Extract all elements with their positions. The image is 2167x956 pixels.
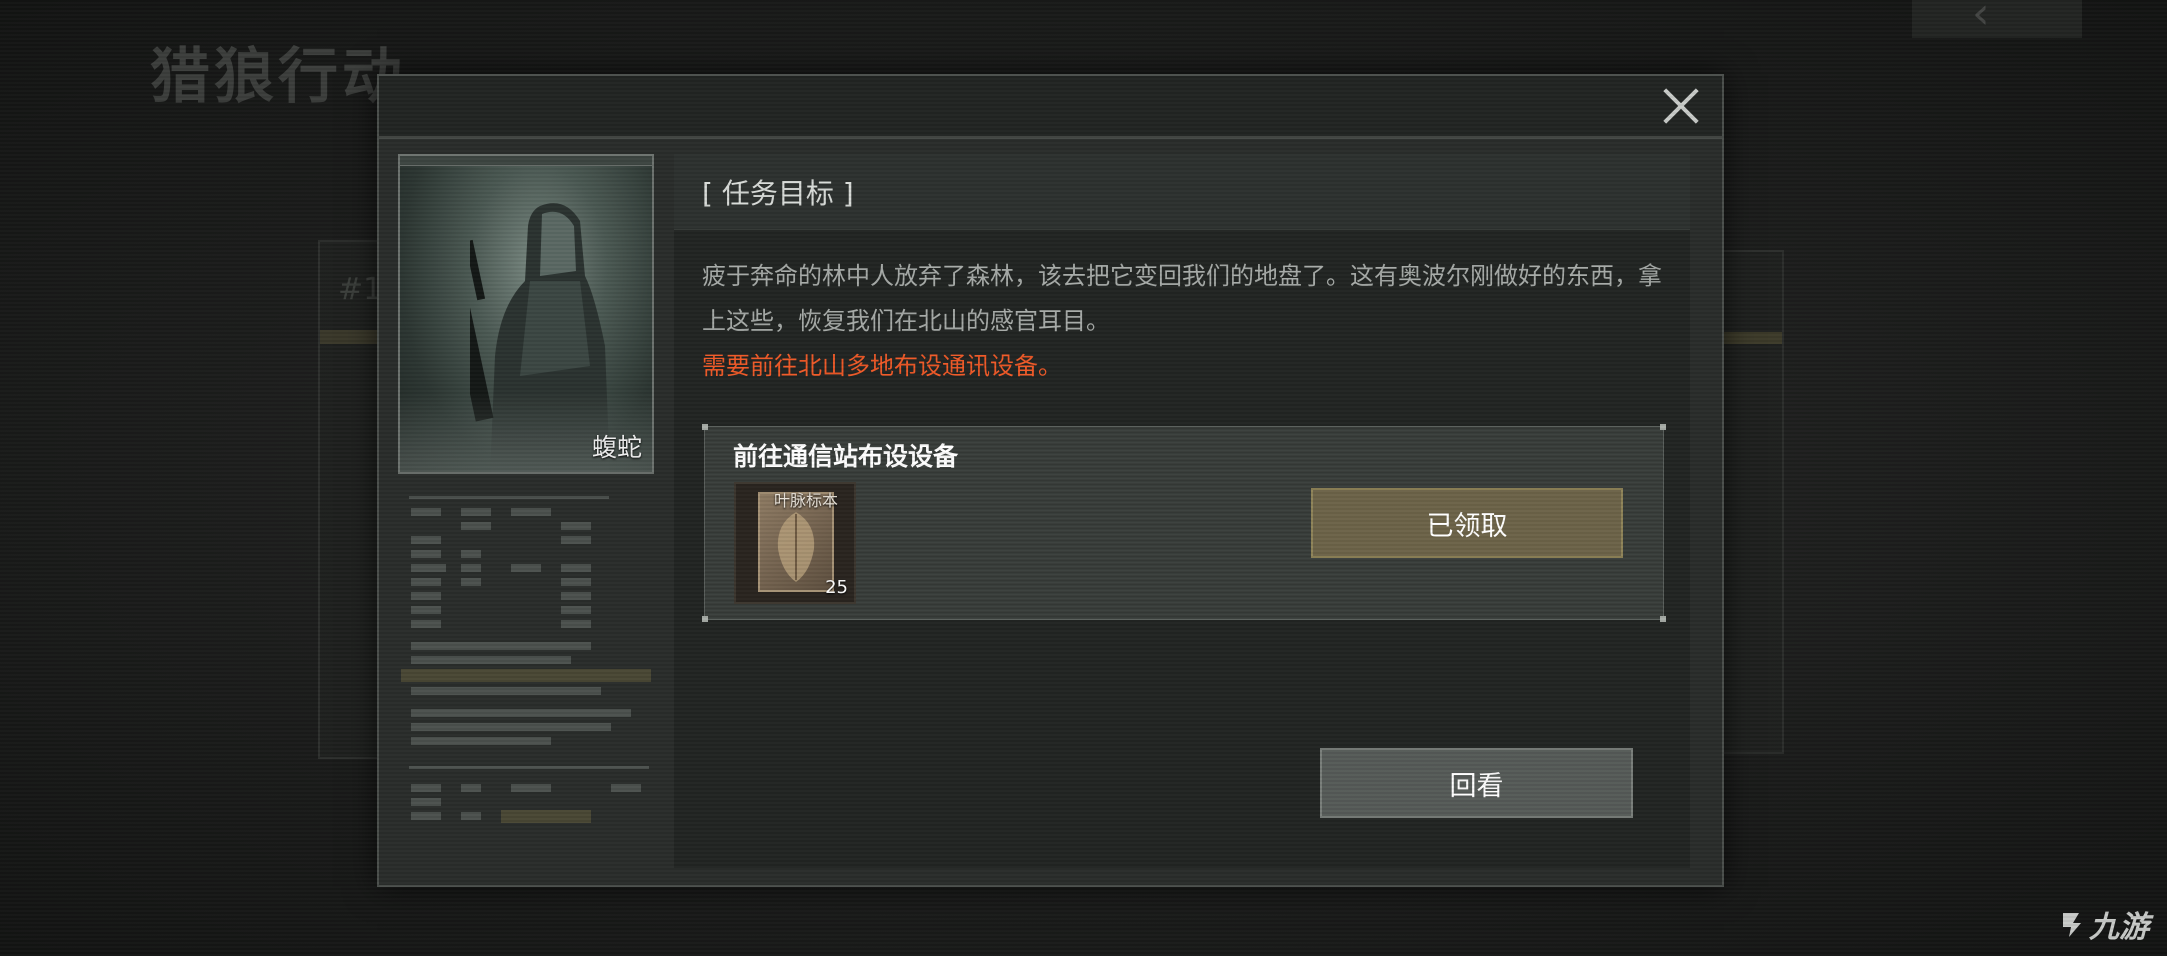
background-title: 猎狼行动 [150,42,406,112]
reward-item-count: 25 [825,577,848,598]
mission-description: 疲于奔命的林中人放弃了森林，该去把它变回我们的地盘了。这有奥波尔刚做好的东西，拿… [702,262,1662,335]
mission-content-panel: [ 任务目标 ] 疲于奔命的林中人放弃了森林，该去把它变回我们的地盘了。这有奥波… [674,154,1690,868]
watermark-text: 九游 [2089,910,2149,945]
task-card: 前往通信站布设设备 叶脉标本 25 已领取 [702,424,1666,622]
section-header: [ 任务目标 ] [674,154,1690,230]
task-title: 前往通信站布设设备 [733,442,959,471]
reward-item-slot[interactable]: 叶脉标本 25 [734,482,856,604]
dialog-header [379,76,1722,139]
game-screen: 猎狼行动 ‹ #1 蝮蛇 [任务目标] 疲于奔命的林中人放弃了森林，该去把它… [0,0,2167,956]
review-button[interactable]: 回看 [1320,748,1633,818]
background-back-button: ‹ [1912,0,2082,38]
claimed-button[interactable]: 已领取 [1311,488,1623,558]
section-title: [ 任务目标 ] [702,177,854,210]
mission-warning: 需要前往北山多地布设通讯设备。 [702,352,1062,380]
close-icon[interactable] [1656,82,1704,130]
character-data-decoration [401,494,651,874]
jiuyou-logo-icon [2063,913,2081,937]
watermark: 九游 [2059,902,2149,946]
character-portrait: 蝮蛇 [398,154,654,474]
background-panel-number: #1 [338,272,383,307]
reward-item-name: 叶脉标本 [774,491,839,510]
background-panel-right [1720,250,1784,754]
character-name: 蝮蛇 [591,433,642,462]
mission-dialog: 蝮蛇 [任务目标] 疲于奔命的林中人放弃了森林，该去把它变回我们的地盘了。这… [377,74,1724,887]
